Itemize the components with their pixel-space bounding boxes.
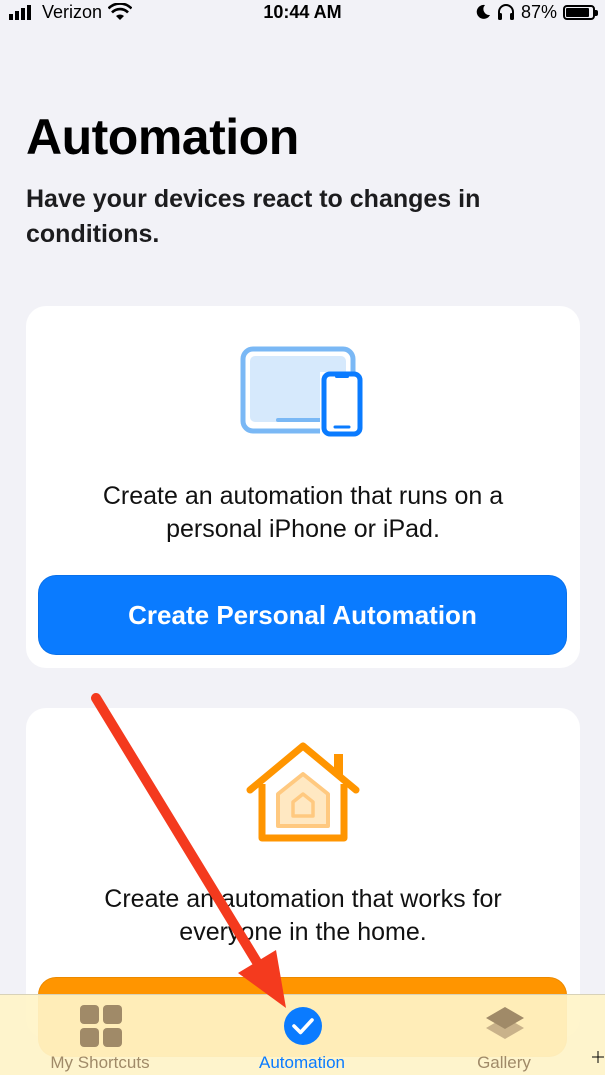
cursor-crosshair-icon bbox=[592, 1051, 604, 1063]
status-right: 87% bbox=[475, 0, 598, 24]
tab-my-shortcuts[interactable]: My Shortcuts bbox=[0, 995, 200, 1075]
personal-automation-description-line1: Create an automation that runs on a bbox=[102, 482, 504, 510]
page-title: Automation bbox=[26, 109, 299, 165]
tab-bar: My Shortcuts Automation Gallery bbox=[0, 994, 605, 1075]
personal-automation-card: Create an automation that runs on a pers… bbox=[26, 306, 580, 668]
battery-fill bbox=[566, 7, 589, 17]
headphones-icon bbox=[497, 4, 514, 20]
devices-icon bbox=[240, 346, 364, 438]
home-automation-description-line1: Create an automation that works for bbox=[104, 885, 502, 913]
automation-check-icon bbox=[284, 1007, 322, 1045]
battery-percent: 87% bbox=[520, 1, 557, 22]
page-subtitle: Have your devices react to changes in co… bbox=[26, 185, 481, 248]
status-bar: Verizon 10:44 AM 87% bbox=[0, 0, 605, 24]
personal-automation-description-line2: personal iPhone or iPad. bbox=[166, 515, 440, 543]
home-automation-description-line2: everyone in the home. bbox=[179, 918, 427, 946]
home-automation-card: Create an automation that works for ever… bbox=[26, 708, 580, 1057]
tab-gallery[interactable]: Gallery bbox=[404, 995, 604, 1075]
battery-icon bbox=[563, 4, 598, 20]
tab-gallery-label: Gallery bbox=[477, 1053, 531, 1072]
tab-automation[interactable]: Automation bbox=[202, 995, 402, 1075]
layers-icon bbox=[486, 1007, 524, 1039]
tab-my-shortcuts-label: My Shortcuts bbox=[50, 1053, 150, 1072]
create-personal-automation-button[interactable]: Create Personal Automation bbox=[38, 575, 567, 655]
tab-automation-label: Automation bbox=[259, 1053, 345, 1072]
home-icon bbox=[246, 742, 360, 842]
moon-icon bbox=[476, 4, 490, 19]
grid-icon bbox=[80, 1005, 122, 1047]
